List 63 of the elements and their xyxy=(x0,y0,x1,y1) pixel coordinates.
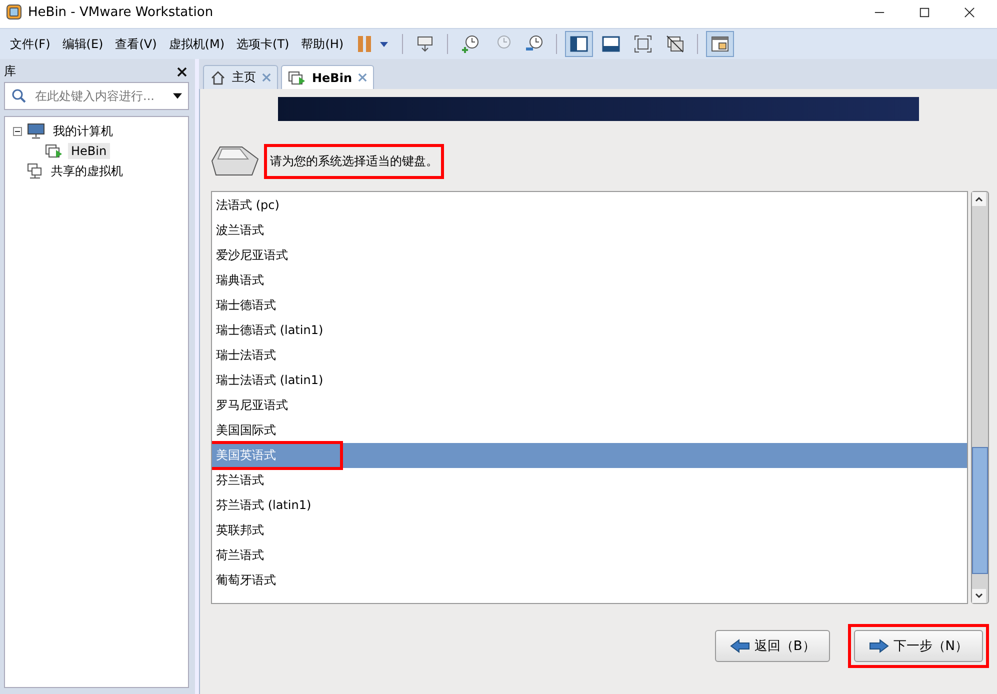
monitor-icon xyxy=(27,123,45,139)
home-icon xyxy=(210,70,226,86)
toolbar-button[interactable] xyxy=(564,31,593,57)
collapse-icon[interactable] xyxy=(13,126,22,136)
dropdown-caret-icon xyxy=(173,93,182,99)
keyboard-list-item[interactable]: 芬兰语式 xyxy=(212,468,967,493)
menu-item[interactable]: 查看(V) xyxy=(109,36,163,52)
search-field[interactable]: 在此处键入内容进行... xyxy=(33,88,167,104)
pause-icon xyxy=(356,34,390,54)
keyboard-key-icon xyxy=(210,144,260,178)
keyboard-list-item[interactable]: 英联邦式 xyxy=(212,518,967,543)
instruction-text: 请为您的系统选择适当的键盘。 xyxy=(264,144,444,178)
toolbar-button[interactable] xyxy=(706,31,734,57)
console-view-icon xyxy=(710,34,730,54)
thumbnail-bar-icon xyxy=(600,34,621,54)
fullscreen-icon xyxy=(632,34,653,54)
library-title: 库 xyxy=(4,63,16,80)
keyboard-list-item[interactable]: 葡萄牙语式 xyxy=(212,568,967,593)
search-box[interactable]: 在此处键入内容进行... xyxy=(4,82,189,110)
clock-icon xyxy=(460,34,480,54)
menu-item[interactable]: 文件(F) xyxy=(4,36,56,52)
keyboard-list-item[interactable]: 瑞士德语式 xyxy=(212,293,967,318)
network-computers-icon xyxy=(27,163,43,179)
tree-item[interactable]: HeBin xyxy=(68,143,110,159)
vm-icon xyxy=(45,142,63,160)
maximize-icon[interactable] xyxy=(919,6,930,18)
highlighted-label: 美国英语式 xyxy=(212,441,343,470)
close-icon[interactable] xyxy=(177,66,187,76)
keyboard-send-icon xyxy=(414,34,435,54)
tree-item[interactable]: 共享的虚拟机 xyxy=(48,162,126,180)
keyboard-list-item[interactable]: 爱沙尼亚语式 xyxy=(212,243,967,268)
keyboard-list-item[interactable]: 瑞士德语式 (latin1) xyxy=(212,318,967,343)
keyboard-list-item[interactable]: 法语式 (pc) xyxy=(212,193,967,218)
right-arrow-icon xyxy=(869,639,890,653)
sidebar-icon xyxy=(568,34,589,54)
tab[interactable]: HeBin xyxy=(281,65,374,89)
app-logo-icon xyxy=(6,4,22,20)
keyboard-list-item[interactable]: 瑞士法语式 xyxy=(212,343,967,368)
scroll-down-icon[interactable] xyxy=(972,589,986,603)
window-title: HeBin - VMware Workstation xyxy=(28,4,214,20)
vm-icon xyxy=(288,68,306,86)
keyboard-list-item[interactable]: 瑞典语式 xyxy=(212,268,967,293)
scrollbar[interactable] xyxy=(971,191,989,604)
menu-item[interactable]: 选项卡(T) xyxy=(230,36,296,52)
keyboard-list-item[interactable]: 罗马尼亚语式 xyxy=(212,393,967,418)
menu-item[interactable]: 编辑(E) xyxy=(56,36,110,52)
unity-icon xyxy=(664,34,685,54)
keyboard-list-item[interactable]: 瑞士法语式 (latin1) xyxy=(212,368,967,393)
back-button[interactable]: 返回（B） xyxy=(715,630,830,662)
menu-item[interactable]: 虚拟机(M) xyxy=(162,36,231,52)
left-arrow-icon xyxy=(730,639,750,653)
tree-item[interactable]: 我的计算机 xyxy=(50,122,116,140)
keyboard-list-item[interactable]: 波兰语式 xyxy=(212,218,967,243)
next-button[interactable]: 下一步（N） xyxy=(854,630,983,662)
search-icon xyxy=(11,88,27,104)
menu-item[interactable]: 帮助(H) xyxy=(295,36,350,52)
close-icon[interactable] xyxy=(964,6,975,18)
tab[interactable]: 主页 xyxy=(203,65,278,89)
keyboard-list-item[interactable]: 荷兰语式 xyxy=(212,543,967,568)
keyboard-list-item[interactable]: 美国国际式 xyxy=(212,418,967,443)
keyboard-list-item[interactable]: 芬兰语式 (latin1) xyxy=(212,493,967,518)
scroll-thumb[interactable] xyxy=(972,447,988,574)
scroll-up-icon[interactable] xyxy=(972,192,986,206)
